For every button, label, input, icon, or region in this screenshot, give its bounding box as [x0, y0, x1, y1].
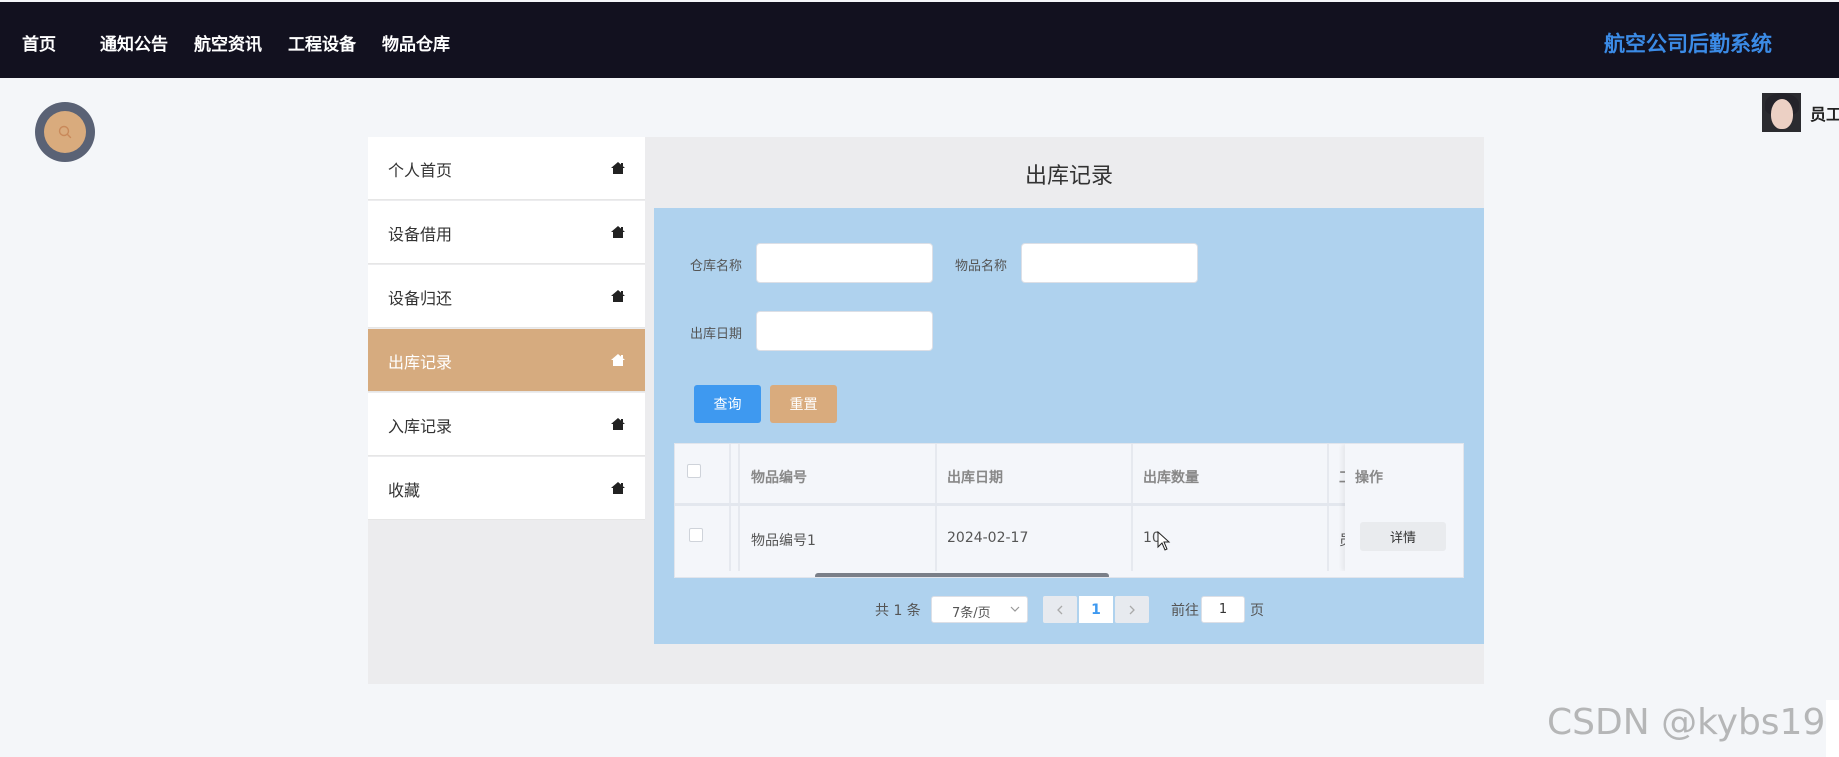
chevron-right-icon — [1129, 605, 1135, 614]
chevron-down-icon — [1010, 606, 1020, 612]
query-button[interactable]: 查询 — [694, 385, 761, 423]
nav-notice[interactable]: 通知公告 — [100, 30, 168, 55]
avatar[interactable] — [1762, 93, 1801, 132]
warehouse-name-label: 仓库名称 — [690, 259, 743, 274]
page-size-value: 7条/页 — [952, 606, 991, 621]
column-divider — [1327, 444, 1329, 571]
horizontal-scrollbar[interactable] — [675, 571, 1463, 577]
sidebar-item-label: 个人首页 — [388, 161, 453, 180]
home-icon — [611, 290, 625, 302]
page-number-current[interactable]: 1 — [1079, 596, 1113, 623]
detail-button[interactable]: 详情 — [1360, 522, 1446, 551]
sidebar-item-personal-home[interactable]: 个人首页 — [368, 137, 645, 200]
sidebar-item-equipment-return[interactable]: 设备归还 — [368, 265, 645, 328]
cell-date: 2024-02-17 — [947, 530, 1029, 546]
sidebar-item-label: 入库记录 — [388, 417, 453, 436]
sidebar-item-label: 出库记录 — [388, 353, 453, 372]
sidebar-item-outbound-records[interactable]: 出库记录 — [368, 329, 645, 392]
pagination-total: 共 1 条 — [875, 603, 921, 619]
nav-engineering-equipment[interactable]: 工程设备 — [288, 30, 356, 55]
row-checkbox[interactable] — [689, 528, 703, 542]
sidebar-item-equipment-borrow[interactable]: 设备借用 — [368, 201, 645, 264]
column-divider — [729, 444, 731, 571]
sidebar-item-favorites[interactable]: 收藏 — [368, 457, 645, 520]
operation-column: 操作 详情 — [1345, 444, 1463, 571]
watermark: CSDN @kybs1991 — [1547, 702, 1839, 743]
reset-button[interactable]: 重置 — [770, 385, 837, 423]
home-icon — [611, 162, 625, 174]
column-header-item-no[interactable]: 物品编号 — [751, 467, 807, 487]
outbound-date-input[interactable] — [756, 311, 933, 351]
user-role-label[interactable]: 员工 — [1810, 101, 1839, 125]
goto-page-input[interactable] — [1201, 596, 1245, 623]
sidebar-item-label: 收藏 — [388, 481, 421, 500]
column-divider — [1131, 444, 1133, 571]
page-size-select[interactable]: 7条/页 — [931, 596, 1028, 623]
next-page-button[interactable] — [1115, 596, 1149, 623]
home-icon — [611, 354, 625, 366]
sidebar-item-label: 设备借用 — [388, 225, 453, 244]
top-nav-bar: 首页 通知公告 航空资讯 工程设备 物品仓库 航空公司后勤系统 — [0, 2, 1839, 78]
item-name-label: 物品名称 — [955, 259, 1008, 274]
search-button-inner — [44, 111, 86, 153]
sidebar-item-label: 设备归还 — [388, 289, 453, 308]
goto-prefix: 前往 — [1171, 603, 1199, 619]
outbound-records-table: 物品编号 出库日期 出库数量 工 物品编号1 2024-02-17 10 员 操… — [674, 443, 1464, 578]
outbound-date-label: 出库日期 — [690, 327, 743, 342]
chevron-left-icon — [1057, 605, 1063, 614]
cell-item-no: 物品编号1 — [751, 533, 816, 549]
column-header-action[interactable]: 操作 — [1355, 467, 1383, 487]
mouse-cursor-icon — [1157, 531, 1171, 551]
nav-home[interactable]: 首页 — [22, 30, 56, 55]
search-button[interactable] — [35, 102, 95, 162]
avatar-face — [1771, 99, 1793, 129]
page-title: 出库记录 — [1024, 164, 1113, 189]
goto-suffix: 页 — [1250, 603, 1264, 619]
column-divider — [738, 444, 740, 571]
home-icon — [611, 482, 625, 494]
nav-aviation-news[interactable]: 航空资讯 — [194, 30, 262, 55]
warehouse-name-input[interactable] — [756, 243, 933, 283]
column-header-date[interactable]: 出库日期 — [947, 467, 1003, 487]
prev-page-button[interactable] — [1043, 596, 1077, 623]
page-edge — [1826, 700, 1839, 757]
brand-title: 航空公司后勤系统 — [1604, 32, 1772, 56]
sidebar-item-inbound-records[interactable]: 入库记录 — [368, 393, 645, 456]
scrollbar-thumb[interactable] — [815, 573, 1109, 577]
nav-item-warehouse[interactable]: 物品仓库 — [382, 30, 450, 55]
column-header-qty[interactable]: 出库数量 — [1143, 467, 1199, 487]
item-name-input[interactable] — [1021, 243, 1198, 283]
home-icon — [611, 226, 625, 238]
column-divider — [935, 444, 937, 571]
home-icon — [611, 418, 625, 430]
search-icon — [58, 125, 72, 139]
select-all-checkbox[interactable] — [687, 464, 701, 478]
